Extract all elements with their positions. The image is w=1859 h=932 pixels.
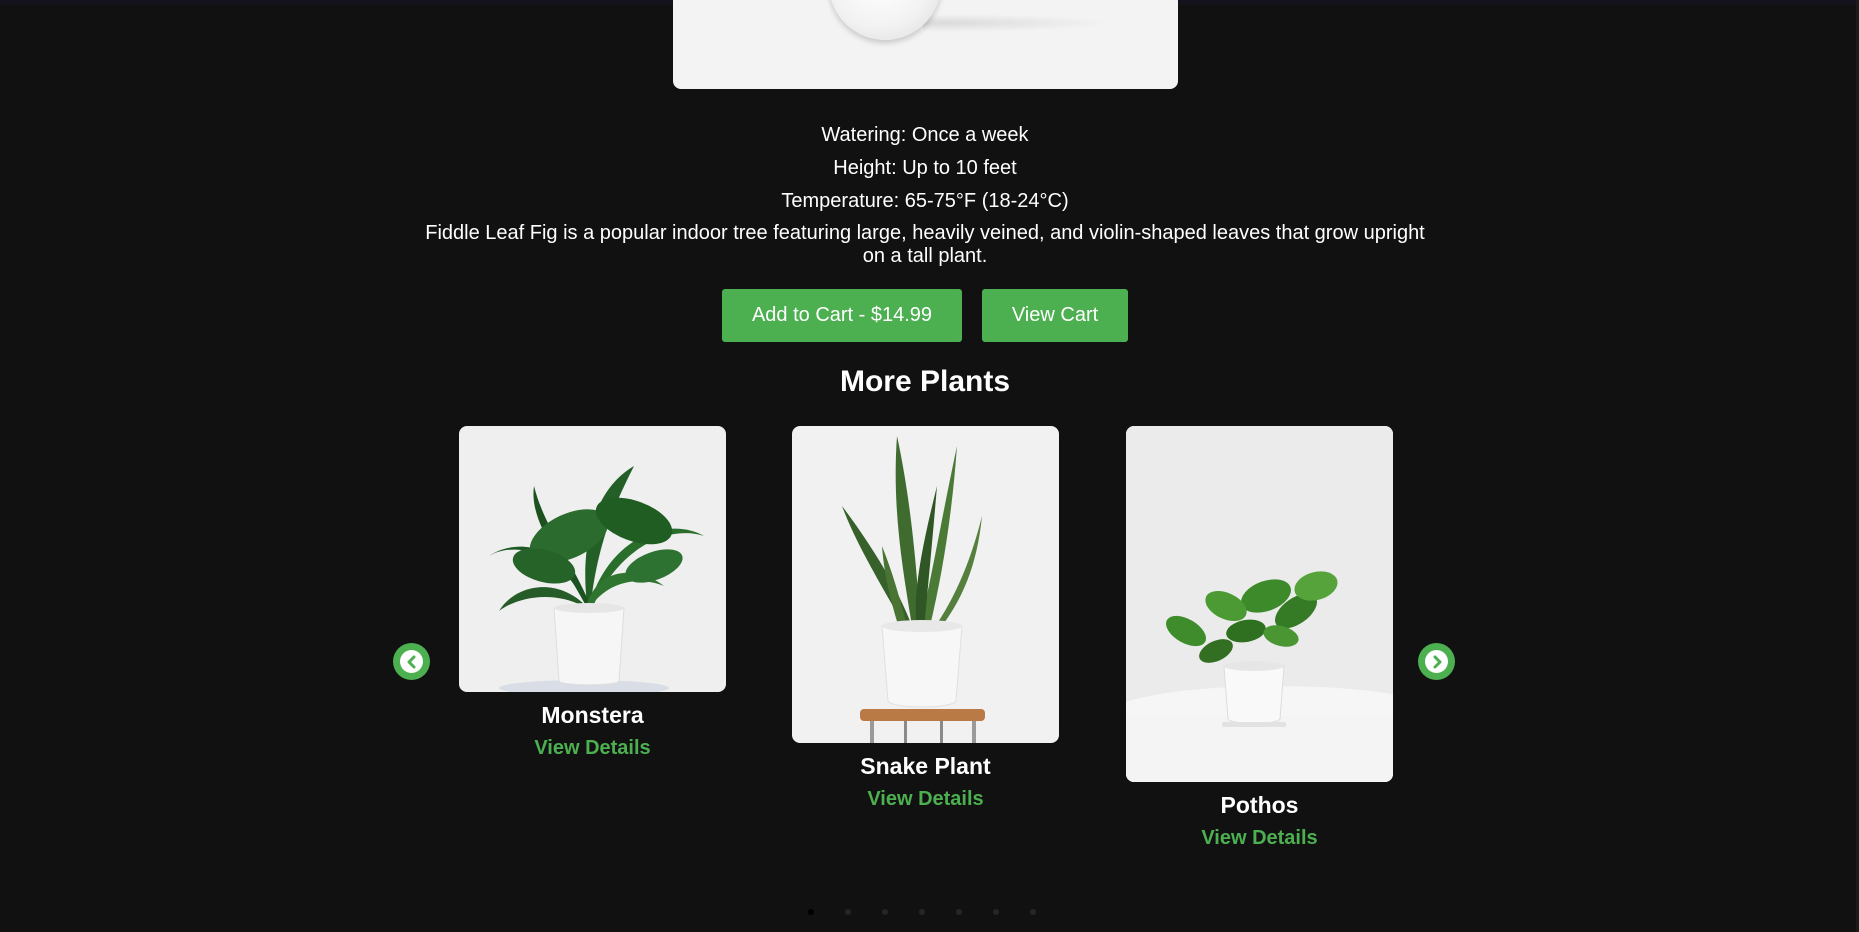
snake-plant-image xyxy=(792,426,1059,743)
carousel-dot[interactable] xyxy=(845,909,851,915)
more-plants-title: More Plants xyxy=(839,365,1011,398)
plant-name: Monstera xyxy=(541,702,644,728)
carousel-dot[interactable] xyxy=(1030,909,1036,915)
carousel-dot[interactable] xyxy=(808,909,814,915)
plant-card-monstera: Monstera View Details xyxy=(459,426,726,760)
view-details-link-monstera[interactable]: View Details xyxy=(534,737,650,760)
carousel-dot[interactable] xyxy=(956,909,962,915)
carousel-dot[interactable] xyxy=(882,909,888,915)
chevron-right-circle-icon xyxy=(1425,650,1448,673)
carousel-dot[interactable] xyxy=(993,909,999,915)
carousel-next-button[interactable] xyxy=(1418,643,1455,680)
plant-name: Snake Plant xyxy=(860,753,991,779)
view-cart-button[interactable]: View Cart xyxy=(982,289,1128,342)
plant-card-snake-plant: Snake Plant View Details xyxy=(792,426,1059,811)
plant-card-pothos: Pothos View Details xyxy=(1126,426,1393,850)
height-info: Height: Up to 10 feet xyxy=(833,157,1017,179)
pot-illustration xyxy=(829,0,941,40)
pot-shadow xyxy=(923,14,1113,32)
plant-name: Pothos xyxy=(1220,792,1299,818)
add-to-cart-button[interactable]: Add to Cart - $14.99 xyxy=(722,289,962,342)
monstera-image xyxy=(459,426,726,692)
carousel-prev-button[interactable] xyxy=(393,643,430,680)
watering-info: Watering: Once a week xyxy=(821,124,1029,146)
carousel-dot[interactable] xyxy=(919,909,925,915)
product-image xyxy=(673,0,1178,89)
view-details-link-pothos[interactable]: View Details xyxy=(1201,827,1317,850)
product-description: Fiddle Leaf Fig is a popular indoor tree… xyxy=(425,222,1425,267)
chevron-left-circle-icon xyxy=(400,650,423,673)
pothos-image xyxy=(1126,426,1393,782)
carousel-pagination xyxy=(808,909,1036,915)
temperature-info: Temperature: 65-75°F (18-24°C) xyxy=(781,190,1069,212)
view-details-link-snake-plant[interactable]: View Details xyxy=(867,788,983,811)
